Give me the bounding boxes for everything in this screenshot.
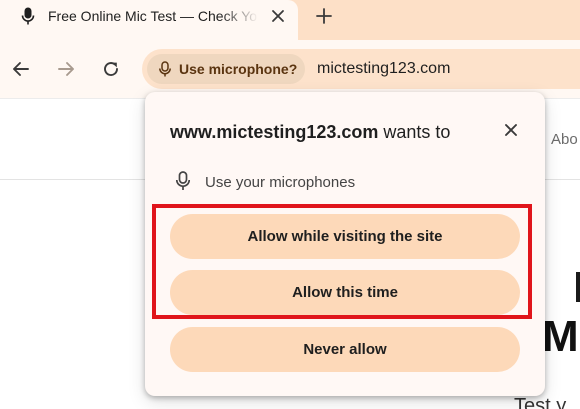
popup-wants-to: wants to: [378, 122, 451, 142]
permission-chip-label: Use microphone?: [179, 61, 298, 77]
permission-label: Use your microphones: [205, 174, 356, 191]
tab-strip: Free Online Mic Test — Check Your Microp…: [0, 0, 580, 40]
page-decorative-bar: [576, 272, 580, 302]
arrow-left-icon[interactable]: [10, 58, 32, 80]
new-tab-plus-icon[interactable]: [312, 4, 336, 28]
popup-title: www.mictesting123.com wants to: [170, 121, 450, 143]
close-icon[interactable]: [500, 119, 522, 141]
tab-title: Free Online Mic Test — Check Your Microp…: [48, 8, 258, 24]
tab-close-icon[interactable]: [268, 6, 288, 26]
microphone-icon: [173, 170, 193, 192]
url-text[interactable]: mictesting123.com: [317, 59, 450, 79]
microphone-icon: [18, 6, 38, 26]
page-nav-about-link[interactable]: Abo: [551, 130, 578, 150]
popup-site: www.mictesting123.com: [170, 122, 379, 142]
browser-window: Free Online Mic Test — Check Your Microp…: [0, 0, 580, 409]
browser-toolbar: Use microphone? mictesting123.com: [0, 40, 580, 98]
browser-tab[interactable]: Free Online Mic Test — Check Your Microp…: [0, 0, 298, 40]
never-allow-button[interactable]: Never allow: [170, 327, 520, 372]
page-subheading: Test y: [514, 395, 567, 409]
highlight-box: [152, 204, 532, 319]
reload-icon[interactable]: [100, 58, 122, 80]
microphone-icon: [156, 60, 174, 78]
microphone-permission-chip[interactable]: Use microphone?: [147, 54, 305, 84]
page-heading: Mi: [542, 312, 580, 361]
arrow-right-icon[interactable]: [55, 58, 77, 80]
